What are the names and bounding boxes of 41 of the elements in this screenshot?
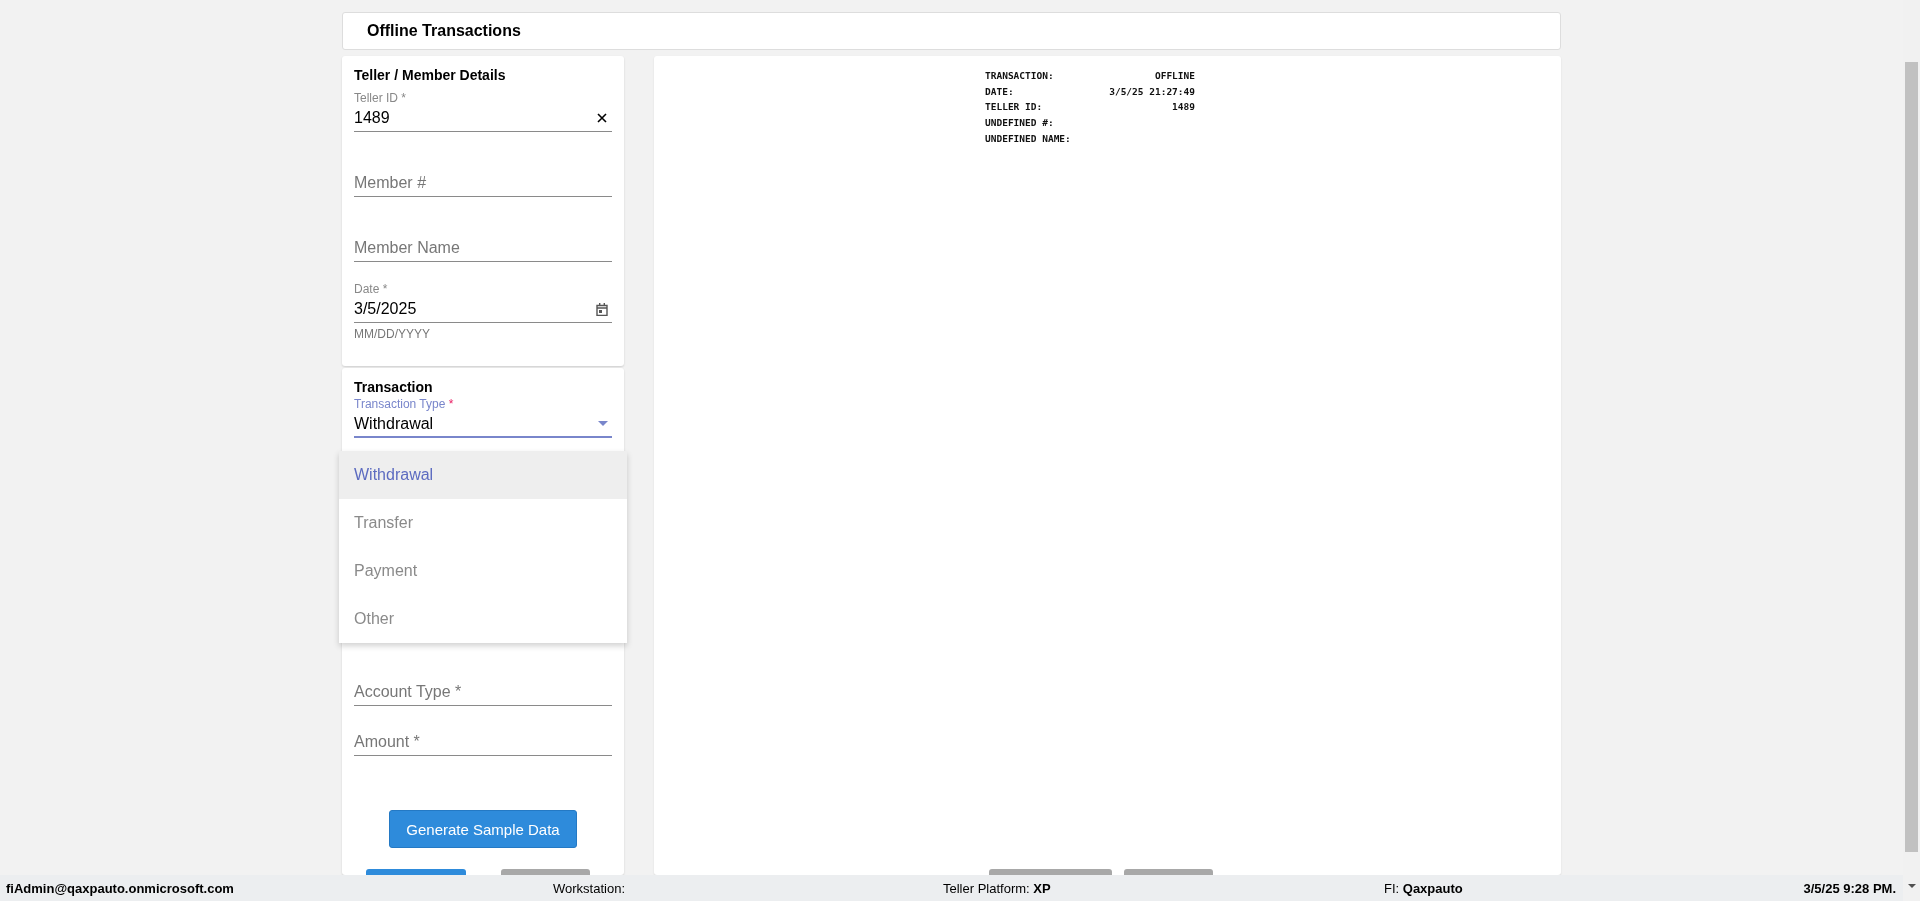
- input-field[interactable]: Member #: [354, 170, 612, 197]
- caret-icon: [598, 421, 608, 426]
- field-label: Teller ID *: [354, 91, 407, 105]
- receipt-label: UNDEFINED NAME:: [985, 131, 1071, 146]
- input-field[interactable]: Account Type *: [354, 679, 612, 706]
- select-field[interactable]: Withdrawal: [354, 411, 612, 438]
- fi-text: FI: Qaxpauto: [1384, 880, 1464, 896]
- scrollbar-thumb[interactable]: [1905, 62, 1918, 852]
- section-title: Transaction: [354, 378, 434, 396]
- receipt-label: DATE:: [985, 84, 1015, 99]
- input-field[interactable]: Member Name: [354, 235, 612, 262]
- page-title: Offline Transactions: [367, 22, 521, 40]
- generate-sample-data-button[interactable]: Generate Sample Data: [389, 810, 577, 848]
- input-field[interactable]: 1489: [354, 105, 612, 132]
- workstation-label: Workstation:: [553, 880, 626, 896]
- calendar-icon[interactable]: [596, 302, 608, 316]
- button[interactable]: [366, 869, 466, 875]
- field-label: Transaction Type *: [354, 397, 455, 411]
- menu-item[interactable]: Other: [339, 595, 627, 643]
- clear-icon[interactable]: [596, 112, 608, 124]
- receipt-label: UNDEFINED #:: [985, 116, 1055, 131]
- input-field[interactable]: Amount *: [354, 729, 612, 756]
- menu-item[interactable]: Withdrawal: [339, 451, 627, 499]
- field-label: Date *: [354, 282, 389, 296]
- menu-item[interactable]: Transfer: [339, 499, 627, 547]
- receipt-value: OFFLINE: [1154, 70, 1195, 81]
- button[interactable]: [989, 869, 1112, 875]
- scroll-down-icon[interactable]: [1908, 884, 1916, 888]
- button[interactable]: [501, 869, 590, 875]
- button[interactable]: [1124, 869, 1213, 875]
- user-email: fiAdmin@qaxpauto.onmicrosoft.com: [6, 880, 235, 896]
- receipt-value: 3/5/25 21:27:49: [1109, 85, 1195, 97]
- section-title: Teller / Member Details: [354, 66, 507, 84]
- receipt-value: 1489: [1172, 101, 1195, 113]
- field-hint: MM/DD/YYYY: [354, 327, 431, 341]
- receipt-label: TELLER ID:: [985, 100, 1044, 115]
- menu-item[interactable]: Payment: [339, 547, 627, 595]
- platform-text: Teller Platform: XP: [943, 880, 1052, 896]
- date-field[interactable]: 3/5/2025: [354, 296, 612, 323]
- receipt-label: TRANSACTION:: [985, 69, 1055, 83]
- status-time: 3/5/25 9:28 PM.: [1803, 880, 1896, 896]
